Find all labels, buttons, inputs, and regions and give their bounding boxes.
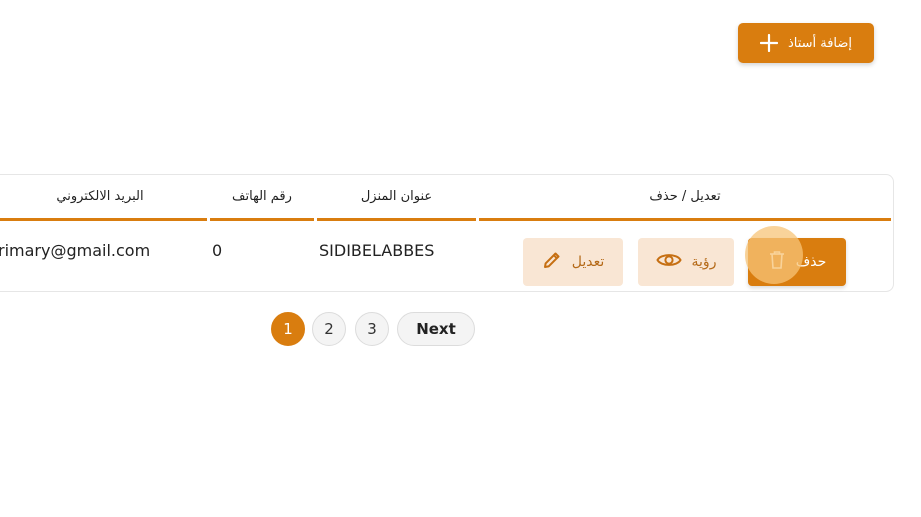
view-label: رؤية: [691, 254, 717, 270]
cell-phone: 0: [212, 240, 223, 260]
header-address: عنوان المنزل: [317, 175, 476, 221]
page: إضافة أستاذ تعديل / حذف عنوان المنزل رقم…: [0, 0, 921, 517]
header-actions: تعديل / حذف: [479, 175, 891, 221]
add-teacher-button[interactable]: إضافة أستاذ: [738, 23, 874, 63]
add-teacher-label: إضافة أستاذ: [787, 35, 853, 51]
edit-button[interactable]: تعديل: [523, 238, 623, 286]
delete-label: حذف: [795, 254, 827, 270]
cell-address: SIDIBELABBES: [319, 240, 435, 260]
header-phone: رقم الهاتف: [210, 175, 314, 221]
delete-button[interactable]: حذف: [748, 238, 846, 286]
teachers-table: تعديل / حذف عنوان المنزل رقم الهاتف البر…: [0, 174, 894, 292]
next-page-button[interactable]: Next: [397, 312, 475, 346]
cell-email: rimary@gmail.com: [0, 240, 151, 260]
plus-icon: [759, 34, 778, 52]
page-button-3[interactable]: 3: [355, 312, 389, 346]
page-button-2[interactable]: 2: [312, 312, 346, 346]
pencil-icon: [542, 250, 562, 274]
page-button-1[interactable]: 1: [271, 312, 305, 346]
view-button[interactable]: رؤية: [638, 238, 734, 286]
trash-icon: [768, 250, 786, 274]
eye-icon: [655, 251, 682, 273]
edit-label: تعديل: [571, 254, 605, 270]
header-email: البريد الالكتروني: [0, 175, 207, 221]
